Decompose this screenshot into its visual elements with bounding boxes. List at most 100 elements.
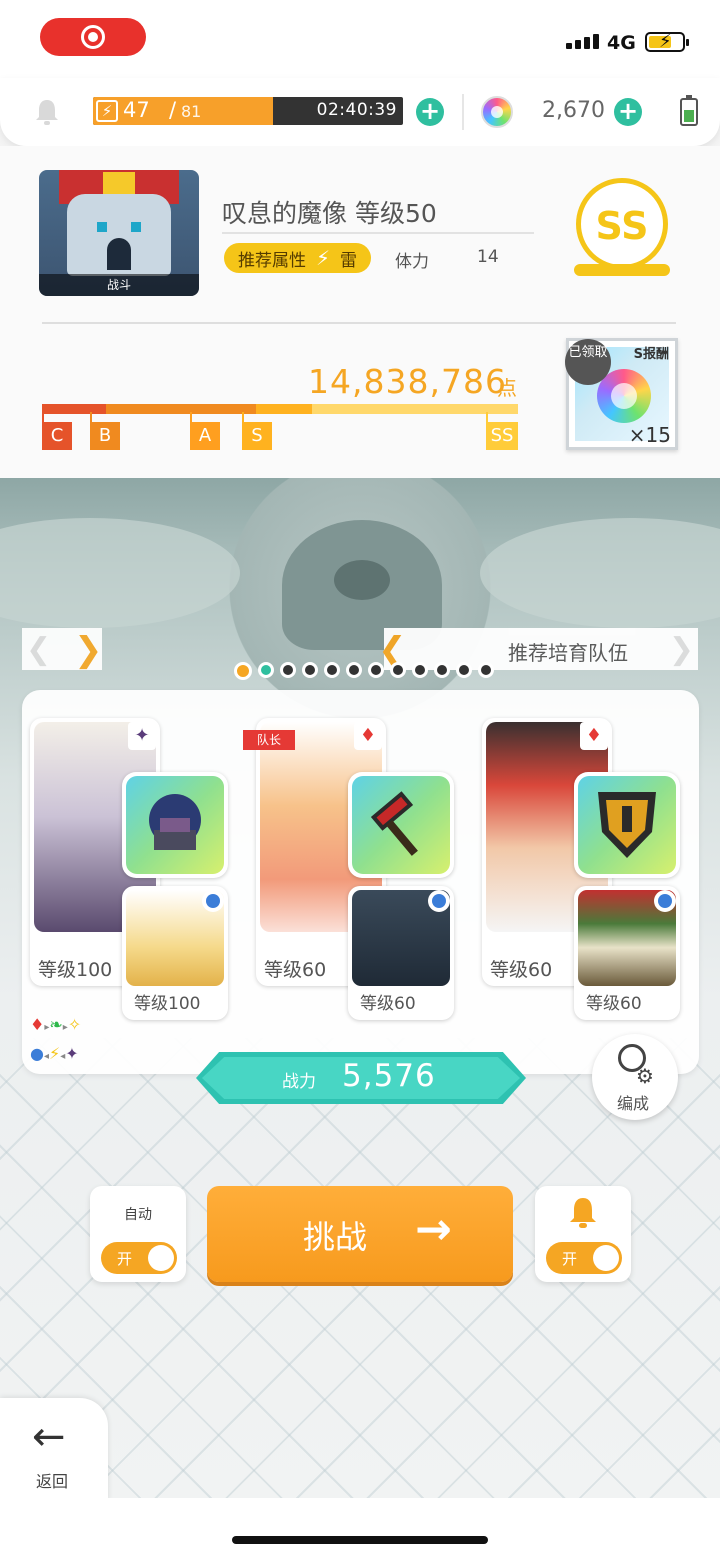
quest-panel: 战斗 叹息的魔像 等级50 推荐属性 ⚡ 雷 体力 14 SS 14,838,7… bbox=[0, 146, 720, 478]
notification-bell-icon[interactable] bbox=[34, 98, 60, 126]
stamina-max: 81 bbox=[181, 102, 202, 121]
unit-level: 等级60 bbox=[264, 959, 327, 981]
system-bottom-bar bbox=[0, 1498, 720, 1558]
battery-status-icon[interactable] bbox=[680, 95, 698, 126]
divider bbox=[462, 94, 464, 130]
rank-reward[interactable]: S报酬 ×15 已领取 bbox=[565, 338, 678, 450]
support-level: 等级60 bbox=[586, 994, 642, 1014]
leader-tag: 队长 bbox=[243, 730, 296, 750]
wind-element-icon bbox=[654, 890, 676, 912]
record-icon bbox=[81, 25, 105, 49]
fire-element-icon: ♦ bbox=[580, 722, 608, 750]
gear-icon: ⚙ bbox=[636, 1064, 654, 1088]
boss-thumb-tag: 战斗 bbox=[39, 274, 199, 296]
dark-element-icon: ✦ bbox=[128, 722, 156, 750]
rank-badge: SS bbox=[572, 176, 672, 276]
arrow-right-icon: → bbox=[415, 1204, 452, 1255]
reward-header: S报酬 bbox=[633, 347, 669, 362]
battery-icon: ⚡ bbox=[645, 31, 689, 52]
team-page-dots[interactable] bbox=[234, 662, 494, 680]
auto-label: 自动 bbox=[124, 1207, 152, 1223]
shield-icon bbox=[598, 792, 656, 858]
support-slot-2[interactable]: 等级60 bbox=[348, 886, 454, 1020]
page-dot[interactable] bbox=[302, 662, 318, 678]
team-power: 战力 5,576 bbox=[196, 1052, 526, 1104]
team-card: ✦ 等级100 等级100 ♦ 等级60 队长 等级60 ♦ 等级60 等级60… bbox=[22, 690, 699, 1074]
stamina-current: 47 bbox=[123, 98, 150, 122]
prev-team-button[interactable]: ❮ ❯ bbox=[22, 628, 103, 670]
stamina-timer: 02:40:39 bbox=[316, 100, 397, 120]
add-gem-button[interactable]: + bbox=[614, 98, 642, 126]
water-element-icon bbox=[202, 890, 224, 912]
rank-mark-b: B bbox=[90, 412, 120, 450]
stamina-cost-value: 14 bbox=[477, 247, 499, 267]
power-value: 5,576 bbox=[342, 1058, 436, 1094]
page-dot[interactable] bbox=[280, 662, 296, 678]
rank-progress-track bbox=[42, 404, 518, 414]
gem-count: 2,670 bbox=[542, 98, 605, 123]
notify-toggle-state: 开 bbox=[562, 1250, 578, 1268]
score-unit: 点 bbox=[497, 376, 517, 400]
boss-thumbnail: 战斗 bbox=[39, 170, 199, 296]
resource-bar: ⚡ 47 / 81 02:40:39 + 2,670 + bbox=[0, 78, 720, 146]
auto-toggle[interactable]: 开 bbox=[101, 1242, 177, 1274]
divider bbox=[42, 322, 676, 324]
rank-mark-s: S bbox=[242, 412, 272, 450]
challenge-button[interactable]: 挑战 → bbox=[207, 1186, 513, 1282]
screen-record-indicator[interactable] bbox=[40, 18, 146, 56]
equipment-slot-3[interactable] bbox=[574, 772, 680, 878]
network-label: 4G bbox=[607, 32, 636, 54]
bell-icon bbox=[570, 1198, 596, 1228]
score-value: 14,838,786 bbox=[308, 362, 507, 401]
page-dot[interactable] bbox=[258, 662, 274, 678]
status-bar: 4G ⚡ bbox=[0, 0, 720, 80]
rank-text: SS bbox=[595, 204, 649, 248]
team-pager-label: 推荐培育队伍 bbox=[508, 641, 628, 665]
chevron-right-icon: ❯ bbox=[74, 630, 103, 670]
auto-toggle-state: 开 bbox=[117, 1250, 133, 1268]
thunder-icon: ⚡ bbox=[316, 246, 331, 270]
arrow-left-icon: ← bbox=[32, 1414, 66, 1460]
reward-quantity: ×15 bbox=[628, 423, 671, 447]
element-chart[interactable]: ♦▸❧▸✧ ●◂⚡◂✦ bbox=[30, 1012, 120, 1068]
page-dot[interactable] bbox=[412, 662, 428, 678]
formation-button[interactable]: ⚙ 编成 bbox=[592, 1034, 678, 1120]
quest-title: 叹息的魔像 等级50 bbox=[222, 199, 437, 228]
unit-level: 等级100 bbox=[38, 959, 113, 981]
divider bbox=[222, 232, 534, 234]
recommended-attr-value: 雷 bbox=[340, 250, 358, 271]
signal-icon bbox=[566, 34, 599, 49]
support-level: 等级60 bbox=[360, 994, 416, 1014]
unit-level: 等级60 bbox=[490, 959, 553, 981]
fire-element-icon: ♦ bbox=[354, 722, 382, 750]
page-dot[interactable] bbox=[346, 662, 362, 678]
support-slot-3[interactable]: 等级60 bbox=[574, 886, 680, 1020]
add-stamina-button[interactable]: + bbox=[416, 98, 444, 126]
page-dot[interactable] bbox=[234, 662, 252, 680]
equipment-slot-1[interactable] bbox=[122, 772, 228, 878]
notify-toggle[interactable]: 开 bbox=[546, 1242, 622, 1274]
stamina-separator: / bbox=[169, 98, 177, 122]
page-dot[interactable] bbox=[324, 662, 340, 678]
page-dot[interactable] bbox=[478, 662, 494, 678]
page-dot[interactable] bbox=[456, 662, 472, 678]
page-dot[interactable] bbox=[434, 662, 450, 678]
equipment-slot-2[interactable] bbox=[348, 772, 454, 878]
back-label: 返回 bbox=[36, 1472, 69, 1491]
chevron-right-icon: ❯ bbox=[668, 632, 694, 667]
rank-mark-ss: SS bbox=[486, 412, 518, 450]
support-slot-1[interactable]: 等级100 bbox=[122, 886, 228, 1020]
recommended-attr-label: 推荐属性 bbox=[238, 250, 306, 271]
notify-toggle-card: 开 bbox=[535, 1186, 631, 1282]
page-dot[interactable] bbox=[368, 662, 384, 678]
auto-toggle-card: 自动 开 bbox=[90, 1186, 186, 1282]
formation-label: 编成 bbox=[617, 1094, 650, 1113]
gem-icon bbox=[481, 96, 513, 128]
rank-mark-c: C bbox=[42, 412, 72, 450]
reward-claimed-stamp: 已领取 bbox=[565, 339, 611, 385]
home-indicator[interactable] bbox=[232, 1536, 488, 1544]
lightning-icon: ⚡ bbox=[96, 100, 118, 122]
support-level: 等级100 bbox=[134, 994, 201, 1014]
back-button[interactable]: ← 返回 bbox=[0, 1398, 108, 1498]
page-dot[interactable] bbox=[390, 662, 406, 678]
